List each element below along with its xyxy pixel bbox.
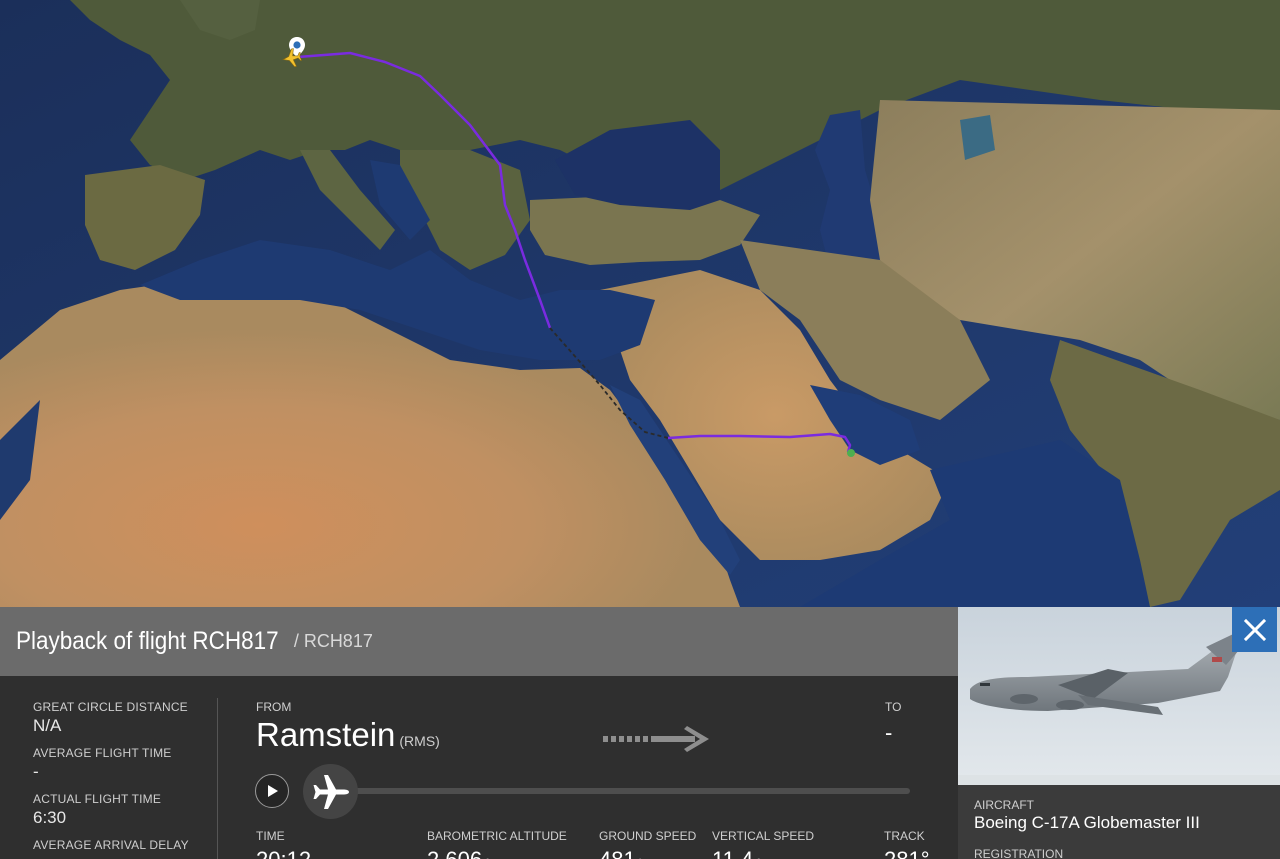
play-button[interactable] — [255, 774, 289, 808]
panel-body: GREAT CIRCLE DISTANCE N/A AVERAGE FLIGHT… — [0, 676, 958, 859]
flight-map[interactable] — [0, 0, 1280, 607]
metric-label: VERTICAL SPEED — [712, 829, 815, 843]
airplane-icon — [313, 774, 349, 809]
playback-timeline[interactable] — [330, 788, 910, 794]
aircraft-info: AIRCRAFT Boeing C-17A Globemaster III RE… — [958, 785, 1280, 859]
aircraft-panel: AIRCRAFT Boeing C-17A Globemaster III RE… — [958, 607, 1280, 859]
play-icon — [268, 785, 278, 797]
stat-value: N/A — [33, 716, 62, 735]
close-icon — [1243, 618, 1266, 641]
flight-stats: GREAT CIRCLE DISTANCE N/A AVERAGE FLIGHT… — [33, 676, 218, 854]
metric-label: BAROMETRIC ALTITUDE — [427, 829, 567, 843]
destination-dot — [847, 449, 855, 457]
registration-label: REGISTRATION — [974, 847, 1064, 859]
metric-value: 11.4fpm — [712, 847, 814, 859]
stat-actual-flight-time: ACTUAL FLIGHT TIME 6:30 — [33, 792, 218, 828]
metric-value: 281° — [884, 847, 933, 859]
stat-avg-arrival-delay: AVERAGE ARRIVAL DELAY — [33, 838, 218, 852]
playback-panel: Playback of flight RCH817 / RCH817 GREAT… — [0, 607, 958, 859]
stat-label: ACTUAL FLIGHT TIME — [33, 792, 162, 806]
metric-label: TIME — [256, 829, 285, 843]
metric-value: 481kts — [599, 847, 696, 859]
metric-ground-speed: GROUND SPEED 481kts — [599, 829, 696, 859]
map-canvas[interactable] — [0, 0, 1280, 607]
metric-vertical-speed: VERTICAL SPEED 11.4fpm — [712, 829, 814, 859]
column-divider — [217, 698, 218, 859]
metric-altitude: BAROMETRIC ALTITUDE 2,606ft — [427, 829, 567, 859]
destination-airport[interactable]: - — [885, 720, 892, 746]
aircraft-type: Boeing C-17A Globemaster III — [974, 813, 1200, 832]
from-label: FROM — [256, 700, 292, 714]
panel-subtitle: / RCH817 — [293, 631, 373, 651]
stat-avg-flight-time: AVERAGE FLIGHT TIME - — [33, 746, 218, 782]
route-arrow-icon — [603, 726, 709, 752]
stat-label: GREAT CIRCLE DISTANCE — [33, 700, 188, 714]
aircraft-label: AIRCRAFT — [974, 798, 1034, 812]
panel-header: Playback of flight RCH817 / RCH817 — [0, 607, 958, 676]
origin-city: Ramstein — [256, 716, 396, 753]
origin-airport[interactable]: Ramstein (RMS) — [256, 716, 440, 754]
metric-value: 2,606ft — [427, 847, 567, 859]
metric-track: TRACK 281° — [884, 829, 933, 859]
stat-value: - — [33, 762, 39, 781]
to-label: TO — [885, 700, 902, 714]
metric-value: 20:12 — [256, 847, 314, 859]
origin-code: (RMS) — [399, 733, 440, 749]
timeline-handle[interactable] — [303, 764, 358, 819]
stat-value: 6:30 — [33, 808, 67, 827]
stat-great-circle: GREAT CIRCLE DISTANCE N/A — [33, 700, 218, 736]
metric-label: GROUND SPEED — [599, 829, 697, 843]
stat-label: AVERAGE FLIGHT TIME — [33, 746, 172, 760]
close-button[interactable] — [1232, 607, 1277, 652]
metric-time: TIME 20:12 — [256, 829, 314, 859]
metric-label: TRACK — [884, 829, 925, 843]
panel-title: Playback of flight RCH817 — [16, 627, 279, 655]
stat-label: AVERAGE ARRIVAL DELAY — [33, 838, 189, 852]
